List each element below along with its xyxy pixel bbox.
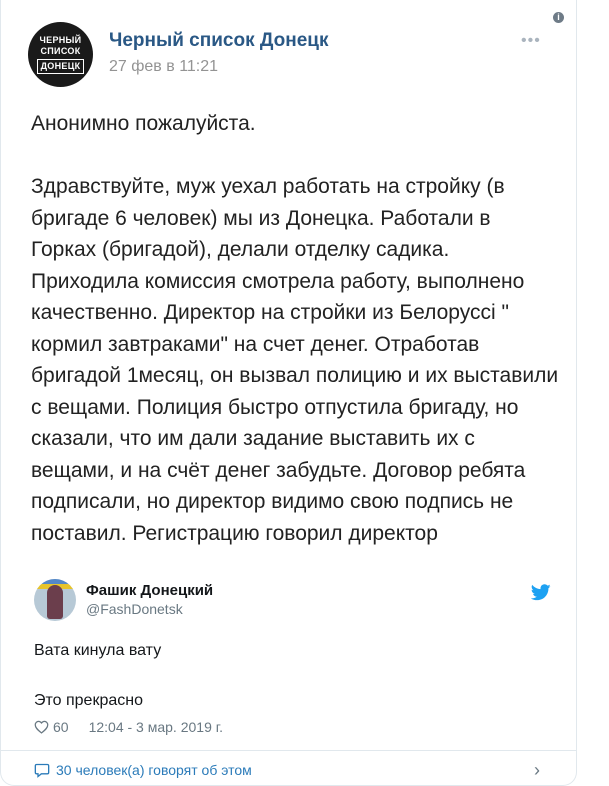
- tweet-author-handle[interactable]: @FashDonetsk: [86, 601, 183, 617]
- tweet-text-line-2: Это прекрасно: [34, 692, 143, 709]
- post-card: i ЧЕРНЫЙ СПИСОК ДОНЕЦК Черный список Дон…: [0, 0, 577, 786]
- vk-post-date[interactable]: 27 фев в 11:21: [109, 58, 218, 76]
- vk-author-name[interactable]: Черный список Донецк: [109, 30, 328, 52]
- twitter-bird-icon[interactable]: [531, 584, 551, 601]
- paragraph-spacer: [31, 140, 561, 172]
- avatar-text-3: ДОНЕЦК: [36, 59, 85, 74]
- likes-count: 60: [53, 719, 69, 735]
- avatar-text-1: ЧЕРНЫЙ: [39, 35, 82, 45]
- tweet-meta: 60 12:04 - 3 мар. 2019 г.: [34, 719, 223, 735]
- tweet-avatar[interactable]: [34, 579, 76, 621]
- tweet-timestamp[interactable]: 12:04 - 3 мар. 2019 г.: [89, 719, 223, 735]
- heart-icon[interactable]: [34, 720, 49, 734]
- avatar-figure: [47, 585, 63, 619]
- vk-avatar[interactable]: ЧЕРНЫЙ СПИСОК ДОНЕЦК: [28, 22, 93, 87]
- post-body: Анонимно пожалуйста. Здравствуйте, муж у…: [31, 108, 561, 564]
- tweet-author-name[interactable]: Фашик Донецкий: [86, 582, 213, 599]
- info-icon[interactable]: i: [553, 12, 564, 23]
- embedded-tweet[interactable]: Фашик Донецкий @FashDonetsk Вата кинула …: [31, 572, 559, 740]
- conversation-text: 30 человек(а) говорят об этом: [56, 762, 252, 778]
- more-icon[interactable]: •••: [521, 32, 541, 50]
- conversation-link[interactable]: 30 человек(а) говорят об этом: [34, 762, 252, 778]
- post-paragraph-1: Анонимно пожалуйста.: [31, 112, 256, 135]
- post-paragraph-2: Здравствуйте, муж уехал работать на стро…: [31, 175, 559, 545]
- chevron-right-icon[interactable]: ›: [534, 760, 540, 781]
- avatar-text-2: СПИСОК: [40, 46, 81, 56]
- comment-icon: [34, 763, 50, 778]
- tweet-text-line-1: Вата кинула вату: [34, 642, 162, 659]
- divider: [1, 750, 576, 751]
